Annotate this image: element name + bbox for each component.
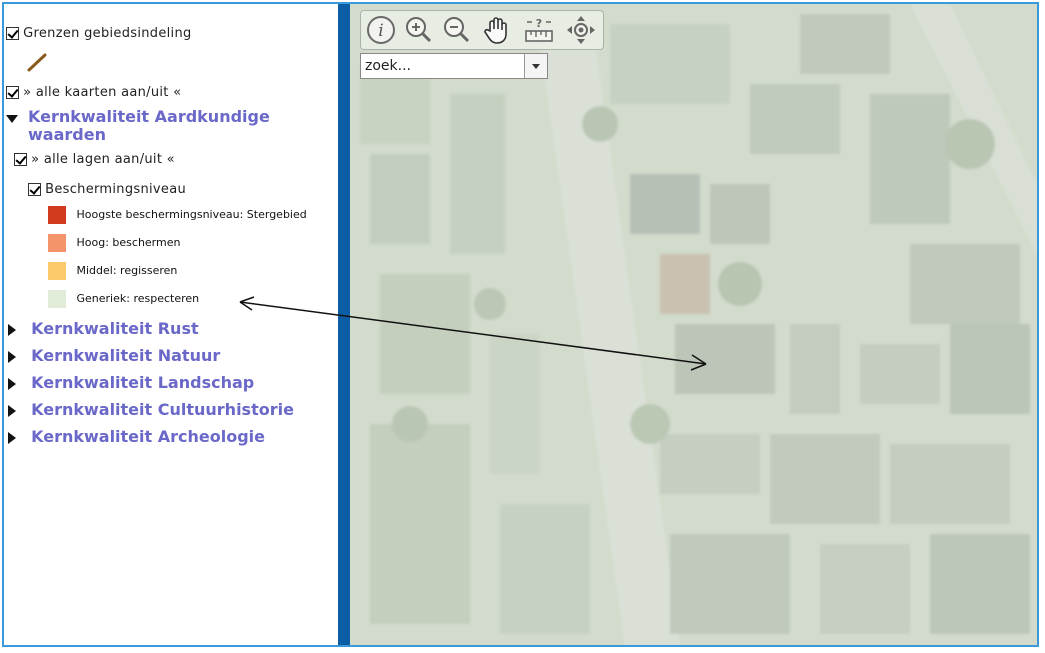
section-title[interactable]: Kernkwaliteit Archeologie: [31, 427, 265, 446]
toggle-all-layers[interactable]: » alle lagen aan/uit «: [14, 152, 175, 167]
zoom-in-icon[interactable]: [403, 14, 435, 46]
section-title[interactable]: Kernkwaliteit Aardkundige waarden: [28, 108, 306, 144]
legend-swatch: [48, 234, 66, 252]
legend-label: Generiek: respecteren: [76, 292, 200, 305]
expand-triangle-icon[interactable]: [8, 404, 16, 417]
all-maps-checkbox[interactable]: [6, 86, 19, 99]
section-aardkundige-waarden[interactable]: Kernkwaliteit Aardkundige waarden: [6, 108, 306, 144]
all-maps-label: » alle kaarten aan/uit «: [23, 85, 182, 100]
legend-item: Middel: regisseren: [48, 262, 177, 280]
expand-triangle-icon[interactable]: [8, 323, 16, 336]
app-frame: Grenzen gebiedsindeling » alle kaarten a…: [2, 2, 1039, 647]
layer-panel: Grenzen gebiedsindeling » alle kaarten a…: [4, 4, 338, 645]
svg-text:?: ?: [536, 17, 542, 30]
legend-swatch: [48, 262, 66, 280]
search-combobox[interactable]: [360, 53, 548, 79]
section-title[interactable]: Kernkwaliteit Cultuurhistorie: [31, 400, 294, 419]
section-archeologie[interactable]: Kernkwaliteit Archeologie: [8, 427, 265, 446]
section-cultuurhistorie[interactable]: Kernkwaliteit Cultuurhistorie: [8, 400, 294, 419]
all-layers-checkbox[interactable]: [14, 153, 27, 166]
aerial-photo-background: [350, 4, 1037, 645]
legend-label: Hoog: beschermen: [76, 236, 181, 249]
legend-item: Hoog: beschermen: [48, 234, 180, 252]
legend-label: Hoogste beschermingsniveau: Stergebied: [76, 208, 307, 221]
collapse-triangle-icon[interactable]: [6, 115, 18, 123]
map-toolbar: i ?: [360, 10, 604, 50]
section-title[interactable]: Kernkwaliteit Rust: [31, 319, 199, 338]
section-landschap[interactable]: Kernkwaliteit Landschap: [8, 373, 254, 392]
section-rust[interactable]: Kernkwaliteit Rust: [8, 319, 199, 338]
panel-divider[interactable]: [338, 4, 350, 645]
info-icon[interactable]: i: [365, 14, 397, 46]
all-layers-label: » alle lagen aan/uit «: [31, 152, 175, 167]
legend-item: Generiek: respecteren: [48, 290, 199, 308]
measure-icon[interactable]: ?: [523, 14, 555, 46]
section-title[interactable]: Kernkwaliteit Natuur: [31, 346, 220, 365]
pan-hand-icon[interactable]: [481, 14, 513, 46]
legend-swatch: [48, 290, 66, 308]
navigate-icon[interactable]: [565, 14, 597, 46]
legend-item: Hoogste beschermingsniveau: Stergebied: [48, 206, 307, 224]
beschermingsniveau-checkbox[interactable]: [28, 183, 41, 196]
layer-beschermingsniveau[interactable]: Beschermingsniveau: [28, 182, 186, 197]
expand-triangle-icon[interactable]: [8, 350, 16, 363]
search-dropdown-button[interactable]: [524, 54, 547, 78]
section-title[interactable]: Kernkwaliteit Landschap: [31, 373, 254, 392]
svg-text:i: i: [378, 21, 383, 41]
layer-grenzen[interactable]: Grenzen gebiedsindeling: [6, 26, 192, 41]
legend-swatch: [48, 206, 66, 224]
legend-label: Middel: regisseren: [76, 264, 178, 277]
grenzen-label: Grenzen gebiedsindeling: [23, 26, 192, 41]
map-view[interactable]: i ?: [350, 4, 1037, 645]
layer-label: Beschermingsniveau: [45, 182, 187, 197]
section-natuur[interactable]: Kernkwaliteit Natuur: [8, 346, 220, 365]
expand-triangle-icon[interactable]: [8, 377, 16, 390]
search-input[interactable]: [363, 55, 527, 77]
boundary-line-symbol-icon: [27, 53, 47, 72]
expand-triangle-icon[interactable]: [8, 431, 16, 444]
zoom-out-icon[interactable]: [441, 14, 473, 46]
toggle-all-maps[interactable]: » alle kaarten aan/uit «: [6, 85, 181, 100]
grenzen-checkbox[interactable]: [6, 27, 19, 40]
